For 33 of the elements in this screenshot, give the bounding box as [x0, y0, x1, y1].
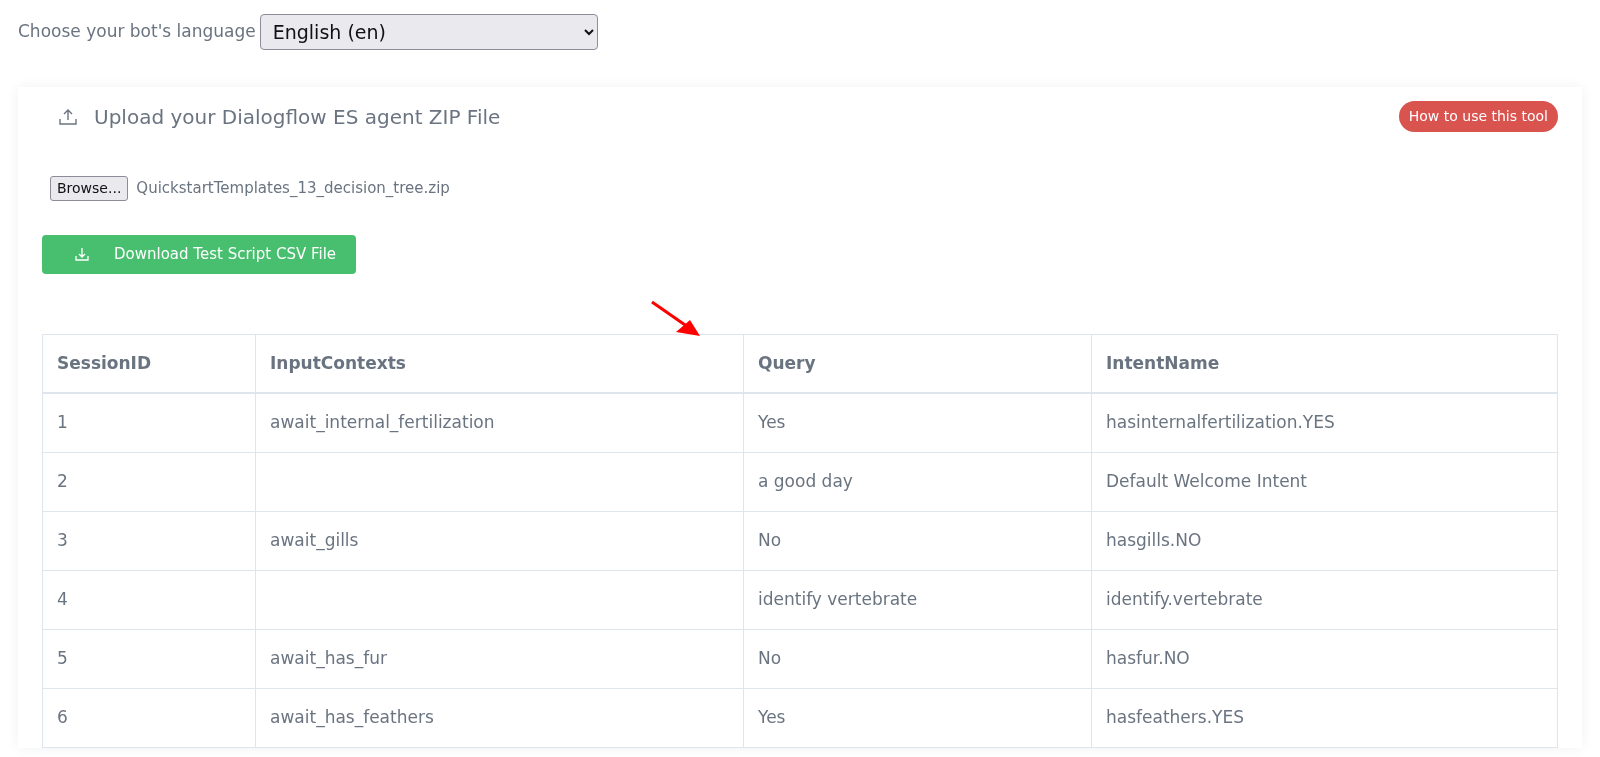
table-cell: a good day — [758, 470, 853, 491]
table-cell: No — [758, 647, 782, 668]
table-cell: No — [758, 529, 782, 550]
table-cell: await_has_feathers — [270, 706, 434, 727]
upload-title: Upload your Dialogflow ES agent ZIP File — [94, 103, 501, 131]
table-cell: 4 — [57, 588, 68, 609]
table-cell: hasfur.NO — [1106, 647, 1190, 668]
table-cell: hasinternalfertilization.YES — [1106, 412, 1335, 432]
table-cell: await_has_fur — [270, 647, 387, 668]
table-cell: 2 — [57, 470, 68, 491]
language-label: Choose your bot's language — [18, 20, 256, 44]
table-cell: 5 — [57, 647, 68, 668]
table-cell: Yes — [758, 706, 786, 727]
language-select[interactable]: English (en) — [259, 14, 598, 50]
table-cell: identify.vertebrate — [1106, 588, 1263, 609]
column-header: SessionID — [42, 334, 256, 393]
table-cell: hasgills.NO — [1106, 529, 1202, 550]
table-cell: identify vertebrate — [758, 588, 918, 609]
column-header: InputContexts — [255, 334, 744, 393]
table-cell: hasfeathers.YES — [1106, 706, 1244, 727]
table-cell: 3 — [57, 529, 68, 550]
table-cell: 1 — [57, 412, 68, 432]
file-name: QuickstartTemplates_13_decision_tree.zip — [136, 178, 450, 200]
column-header: IntentName — [1091, 334, 1558, 393]
help-button[interactable]: How to use this tool — [1398, 101, 1558, 132]
table-cell: await_internal_fertilization — [270, 412, 495, 432]
table-cell: Yes — [758, 412, 786, 432]
table-cell: await_gills — [270, 529, 359, 550]
table-cell: 6 — [57, 706, 68, 727]
column-header: Query — [743, 334, 1092, 393]
table-cell: Default Welcome Intent — [1106, 470, 1308, 491]
download-icon — [74, 246, 90, 263]
browse-button[interactable]: Browse... — [50, 176, 129, 201]
